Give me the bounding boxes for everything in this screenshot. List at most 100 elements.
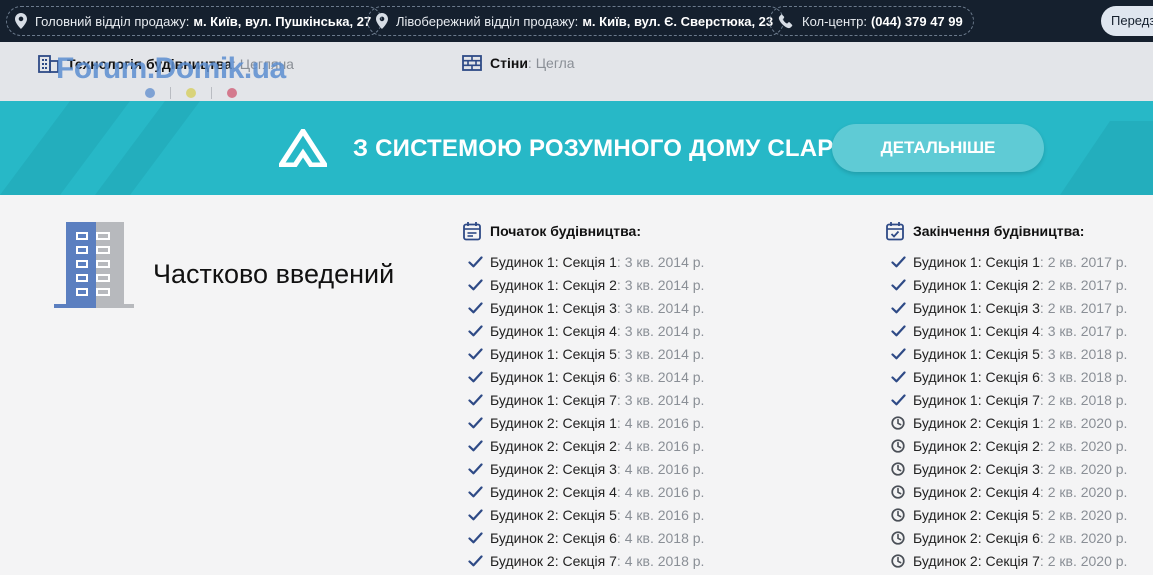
clock-icon — [891, 484, 913, 499]
brick-wall-icon — [462, 55, 482, 71]
section-date: : 3 кв. 2014 р. — [616, 253, 705, 270]
section-date: : 4 кв. 2016 р. — [616, 483, 705, 500]
section-date: : 2 кв. 2017 р. — [1039, 253, 1128, 270]
section-name: Будинок 1: Секція 2 — [913, 276, 1040, 293]
end-title: Закінчення будівництва: — [913, 223, 1085, 239]
list-item: Будинок 1: Секція 5: 3 кв. 2014 р. — [462, 342, 704, 365]
section-name: Будинок 1: Секція 3 — [490, 299, 617, 316]
section-name: Будинок 2: Секція 5 — [490, 506, 617, 523]
left-bank-office-label: Лівобережний відділ продажу: — [396, 13, 579, 29]
list-item: Будинок 2: Секція 1: 4 кв. 2016 р. — [462, 411, 704, 434]
list-item: Будинок 1: Секція 2: 3 кв. 2014 р. — [462, 273, 704, 296]
list-item: Будинок 2: Секція 4: 4 кв. 2016 р. — [462, 480, 704, 503]
list-item: Будинок 1: Секція 4: 3 кв. 2014 р. — [462, 319, 704, 342]
check-icon — [468, 416, 490, 429]
section-name: Будинок 2: Секція 1 — [490, 414, 617, 431]
section-name: Будинок 2: Секція 4 — [913, 483, 1040, 500]
section-date: : 2 кв. 2018 р. — [1039, 391, 1128, 408]
check-icon — [891, 347, 913, 360]
dot-2[interactable] — [186, 88, 196, 98]
partially-built-building-icon — [54, 222, 134, 308]
clock-icon — [891, 461, 913, 476]
section-name: Будинок 1: Секція 1 — [490, 253, 617, 270]
dot-3[interactable] — [227, 88, 237, 98]
section-date: : 4 кв. 2016 р. — [616, 414, 705, 431]
check-icon — [468, 278, 490, 291]
section-name: Будинок 2: Секція 7 — [490, 552, 617, 569]
specs-bar: Технологія будівництва: Цегляна Forum.Do… — [0, 42, 1153, 101]
promo-banner[interactable]: З СИСТЕМОЮ РОЗУМНОГО ДОМУ CLAP ДЕТАЛЬНІШ… — [0, 101, 1153, 195]
end-header: Закінчення будівництва: — [885, 220, 1127, 242]
section-name: Будинок 2: Секція 2 — [490, 437, 617, 454]
start-title: Початок будівництва: — [490, 223, 641, 239]
section-name: Будинок 2: Секція 6 — [913, 529, 1040, 546]
check-icon — [468, 370, 490, 383]
check-icon — [468, 508, 490, 521]
dot-divider — [170, 87, 171, 99]
section-date: : 4 кв. 2016 р. — [616, 460, 705, 477]
list-item: Будинок 2: Секція 6: 4 кв. 2018 р. — [462, 526, 704, 549]
callcenter-label: Кол-центр: — [802, 13, 867, 29]
main-office-label: Головний відділ продажу: — [35, 13, 190, 29]
section-name: Будинок 2: Секція 3 — [913, 460, 1040, 477]
top-bar: Головний відділ продажу: м. Київ, вул. П… — [0, 0, 1153, 42]
callback-button[interactable]: Передз — [1101, 6, 1153, 36]
check-icon — [468, 255, 490, 268]
section-name: Будинок 1: Секція 6 — [490, 368, 617, 385]
section-date: : 2 кв. 2020 р. — [1039, 460, 1128, 477]
check-icon — [468, 531, 490, 544]
pagination-dots — [145, 88, 237, 98]
section-name: Будинок 1: Секція 4 — [913, 322, 1040, 339]
list-item: Будинок 2: Секція 3: 2 кв. 2020 р. — [885, 457, 1127, 480]
clock-icon — [891, 553, 913, 568]
check-icon — [468, 554, 490, 567]
check-icon — [891, 324, 913, 337]
section-date: : 3 кв. 2014 р. — [616, 391, 705, 408]
callcenter-contact[interactable]: Кол-центр: (044) 379 47 99 — [769, 6, 974, 36]
left-bank-office-address: м. Київ, вул. Є. Сверстюка, 23 — [582, 13, 774, 29]
calendar-icon — [463, 222, 481, 241]
list-item: Будинок 2: Секція 5: 2 кв. 2020 р. — [885, 503, 1127, 526]
section-date: : 3 кв. 2018 р. — [1039, 368, 1128, 385]
list-item: Будинок 1: Секція 6: 3 кв. 2014 р. — [462, 365, 704, 388]
list-item: Будинок 2: Секція 5: 4 кв. 2016 р. — [462, 503, 704, 526]
list-item: Будинок 2: Секція 6: 2 кв. 2020 р. — [885, 526, 1127, 549]
section-date: : 2 кв. 2020 р. — [1039, 414, 1128, 431]
section-date: : 3 кв. 2014 р. — [616, 368, 705, 385]
section-date: : 2 кв. 2020 р. — [1039, 552, 1128, 569]
section-name: Будинок 2: Секція 6 — [490, 529, 617, 546]
dot-1[interactable] — [145, 88, 155, 98]
section-name: Будинок 1: Секція 5 — [490, 345, 617, 362]
callcenter-phone: (044) 379 47 99 — [870, 13, 963, 29]
section-name: Будинок 1: Секція 7 — [490, 391, 617, 408]
section-date: : 2 кв. 2020 р. — [1039, 437, 1128, 454]
section-name: Будинок 2: Секція 7 — [913, 552, 1040, 569]
list-item: Будинок 2: Секція 2: 4 кв. 2016 р. — [462, 434, 704, 457]
start-column: Початок будівництва: Будинок 1: Секція 1… — [462, 220, 704, 572]
section-name: Будинок 1: Секція 5 — [913, 345, 1040, 362]
list-item: Будинок 1: Секція 1: 2 кв. 2017 р. — [885, 250, 1127, 273]
clock-icon — [891, 507, 913, 522]
list-item: Будинок 2: Секція 2: 2 кв. 2020 р. — [885, 434, 1127, 457]
location-pin-icon — [15, 13, 27, 29]
section-name: Будинок 2: Секція 2 — [913, 437, 1040, 454]
main-office-contact[interactable]: Головний відділ продажу: м. Київ, вул. П… — [6, 6, 383, 36]
section-name: Будинок 1: Секція 1 — [913, 253, 1040, 270]
check-icon — [468, 439, 490, 452]
clock-icon — [891, 438, 913, 453]
left-bank-office-contact[interactable]: Лівобережний відділ продажу: м. Київ, ву… — [367, 6, 785, 36]
details-button[interactable]: ДЕТАЛЬНІШЕ — [832, 124, 1044, 172]
check-icon — [468, 485, 490, 498]
section-name: Будинок 1: Секція 4 — [490, 322, 617, 339]
spec-walls-value: : Цегла — [527, 55, 575, 71]
spec-walls: Стіни: Цегла — [462, 55, 575, 71]
section-name: Будинок 2: Секція 4 — [490, 483, 617, 500]
clock-icon — [891, 530, 913, 545]
list-item: Будинок 2: Секція 1: 2 кв. 2020 р. — [885, 411, 1127, 434]
location-pin-icon — [376, 13, 388, 29]
list-item: Будинок 2: Секція 4: 2 кв. 2020 р. — [885, 480, 1127, 503]
banner-title: З СИСТЕМОЮ РОЗУМНОГО ДОМУ CLAP — [353, 135, 834, 162]
check-icon — [468, 324, 490, 337]
list-item: Будинок 1: Секція 7: 2 кв. 2018 р. — [885, 388, 1127, 411]
list-item: Будинок 2: Секція 3: 4 кв. 2016 р. — [462, 457, 704, 480]
